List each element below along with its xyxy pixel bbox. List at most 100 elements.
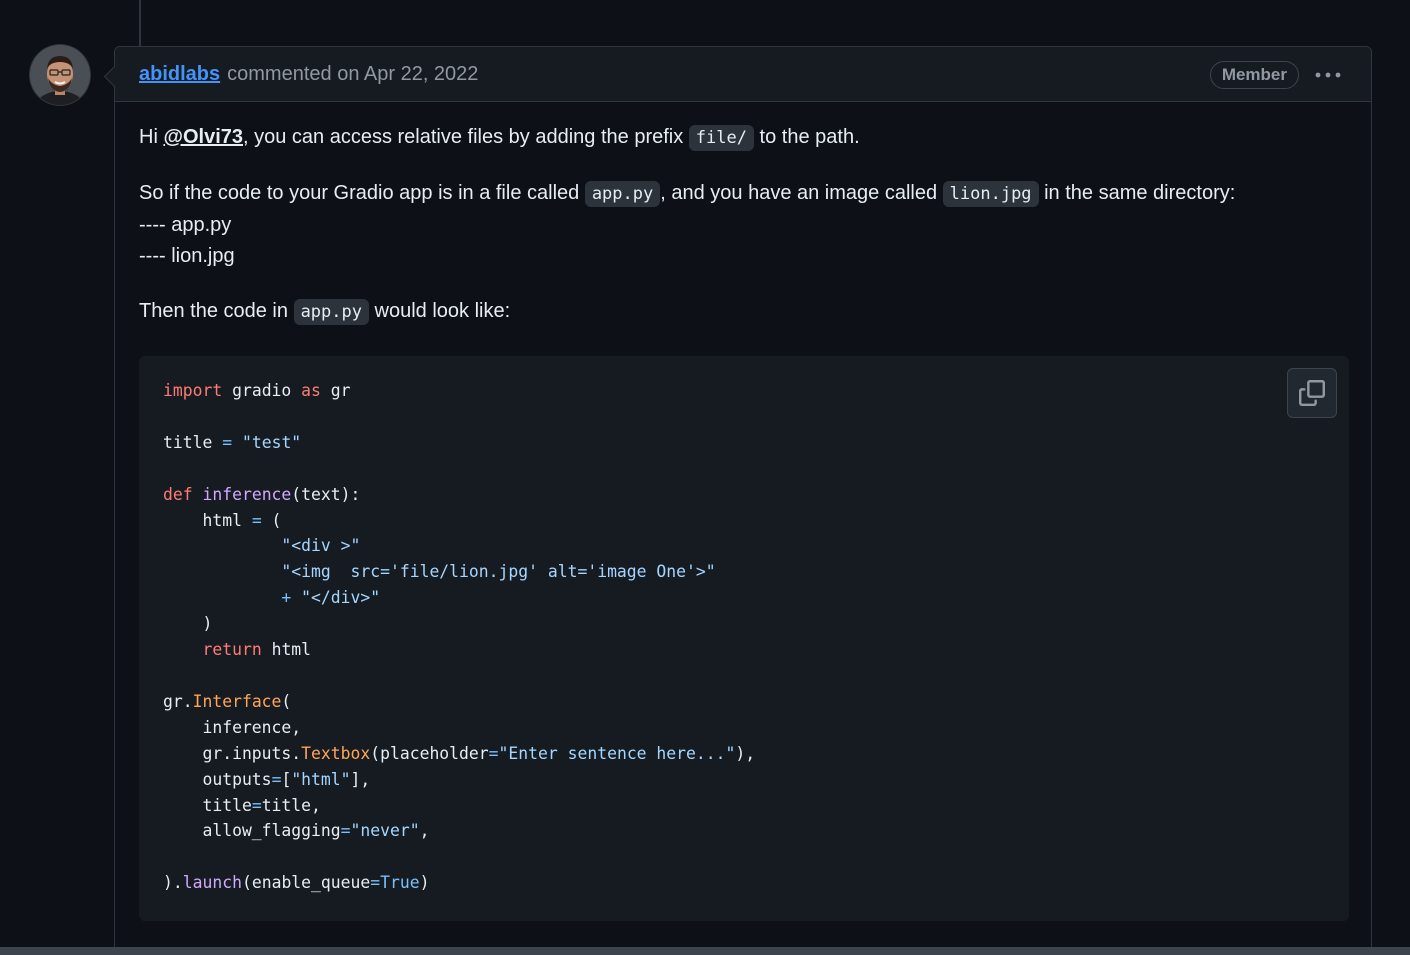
code-token: ),: [735, 743, 756, 763]
code-line: "<img src='file/lion.jpg' alt='image One…: [163, 562, 716, 582]
comment-body: Hi @Olvi73, you can access relative file…: [115, 102, 1371, 328]
code-token: "<img src='file/lion.jpg' alt='image One…: [281, 562, 716, 582]
user-mention[interactable]: @Olvi73: [163, 126, 243, 148]
comment-header: abidlabs commented on Apr 22, 2022 Membe…: [115, 47, 1371, 102]
code-token: return: [202, 640, 262, 660]
code-token: gr.inputs.: [163, 743, 302, 763]
code-token: (placeholder: [370, 743, 489, 763]
inline-code: file/: [688, 125, 754, 151]
horizontal-scrollbar[interactable]: [0, 947, 1410, 955]
paragraph-code-intro: Then the code in app.py would look like:: [139, 296, 1347, 328]
code-token: allow_flagging: [163, 821, 341, 841]
code-token: ).: [163, 873, 183, 893]
code-token: html: [163, 510, 252, 530]
code-line: "<div >": [163, 536, 360, 555]
code-token: ): [163, 614, 213, 634]
code-token: "Enter sentence here...": [498, 743, 736, 763]
code-token: inference: [202, 484, 292, 504]
code-line: title=title,: [163, 795, 321, 815]
code-token: def: [163, 484, 193, 504]
code-token: title: [163, 432, 223, 452]
code-token: "</div>": [301, 588, 381, 608]
text: in the same directory:: [1038, 182, 1236, 204]
text: , and you have an image called: [660, 182, 943, 204]
code-token: =: [251, 795, 262, 815]
file-tree-line: ---- lion.jpg: [139, 245, 235, 267]
avatar[interactable]: [30, 45, 90, 105]
author-link[interactable]: abidlabs: [139, 63, 220, 86]
paragraph-intro: Hi @Olvi73, you can access relative file…: [139, 122, 1347, 154]
code-line: def inference(text):: [163, 485, 360, 504]
code-token: inference,: [163, 717, 302, 737]
code-token: "html": [291, 769, 351, 789]
timeline-line: [139, 0, 141, 46]
code-line: gr.Interface(: [163, 692, 291, 711]
code-token: html: [261, 640, 312, 660]
code-token: ): [419, 873, 430, 893]
code-token: title,: [261, 795, 321, 815]
text: So if the code to your Gradio app is in …: [139, 182, 585, 204]
comment-box: abidlabs commented on Apr 22, 2022 Membe…: [114, 46, 1372, 955]
code-token: =: [370, 873, 381, 893]
kebab-horizontal-icon[interactable]: [1313, 64, 1343, 86]
code-token: =: [271, 769, 282, 789]
code-token: "<div >": [281, 536, 361, 556]
code-line: allow_flagging="never",: [163, 821, 429, 840]
copy-icon: [1299, 380, 1325, 406]
code-token: "test": [241, 432, 302, 452]
page: abidlabs commented on Apr 22, 2022 Membe…: [0, 0, 1410, 955]
code-line: import gradio as gr: [163, 381, 351, 400]
code-token: title: [163, 795, 252, 815]
text: , you can access relative files by addin…: [243, 126, 689, 148]
code-line: ).launch(enable_queue=True): [163, 873, 430, 892]
text: Then the code in: [139, 300, 294, 322]
comment-timestamp[interactable]: commented on Apr 22, 2022: [227, 63, 478, 86]
code-block[interactable]: import gradio as gr title = "test" def i…: [139, 356, 1349, 921]
code-token: (enable_queue: [241, 873, 371, 893]
inline-code: lion.jpg: [942, 181, 1039, 207]
code-line: inference,: [163, 718, 301, 737]
member-badge: Member: [1209, 61, 1299, 89]
text: would look like:: [368, 300, 511, 322]
code-token: gradio: [222, 381, 302, 400]
code-line: title = "test": [163, 433, 301, 452]
code-line: gr.inputs.Textbox(placeholder="Enter sen…: [163, 744, 755, 763]
code-token: as: [301, 381, 321, 400]
code-token: ,: [419, 821, 430, 841]
code-token: Textbox: [301, 743, 371, 763]
code-token: launch: [182, 873, 242, 893]
code-token: +: [281, 588, 292, 608]
text: Hi: [139, 126, 164, 148]
code-line: return html: [163, 640, 311, 659]
code-line: html = (: [163, 511, 281, 530]
code-token: Interface: [192, 691, 282, 711]
code-token: gr: [320, 381, 351, 400]
code-token: (: [261, 510, 282, 530]
code-token: import: [163, 381, 223, 400]
code-content[interactable]: import gradio as gr title = "test" def i…: [163, 378, 1325, 896]
code-line: + "</div>": [163, 588, 380, 607]
code-token: (text):: [291, 484, 361, 504]
code-line: outputs=["html"],: [163, 770, 370, 789]
inline-code: app.py: [293, 299, 369, 325]
paragraph-structure: So if the code to your Gradio app is in …: [139, 178, 1347, 210]
code-token: =: [488, 743, 499, 763]
code-token: ],: [350, 769, 371, 789]
code-token: (: [281, 691, 292, 711]
code-token: =: [340, 821, 351, 841]
inline-code: app.py: [584, 181, 661, 207]
code-token: gr.: [163, 691, 193, 711]
code-token: [: [281, 769, 292, 789]
code-token: =: [222, 432, 233, 452]
text: to the path.: [753, 126, 860, 148]
code-token: outputs: [163, 769, 272, 789]
file-tree-line: ---- app.py: [139, 214, 232, 236]
copy-button[interactable]: [1287, 368, 1337, 418]
code-token: =: [251, 510, 262, 530]
